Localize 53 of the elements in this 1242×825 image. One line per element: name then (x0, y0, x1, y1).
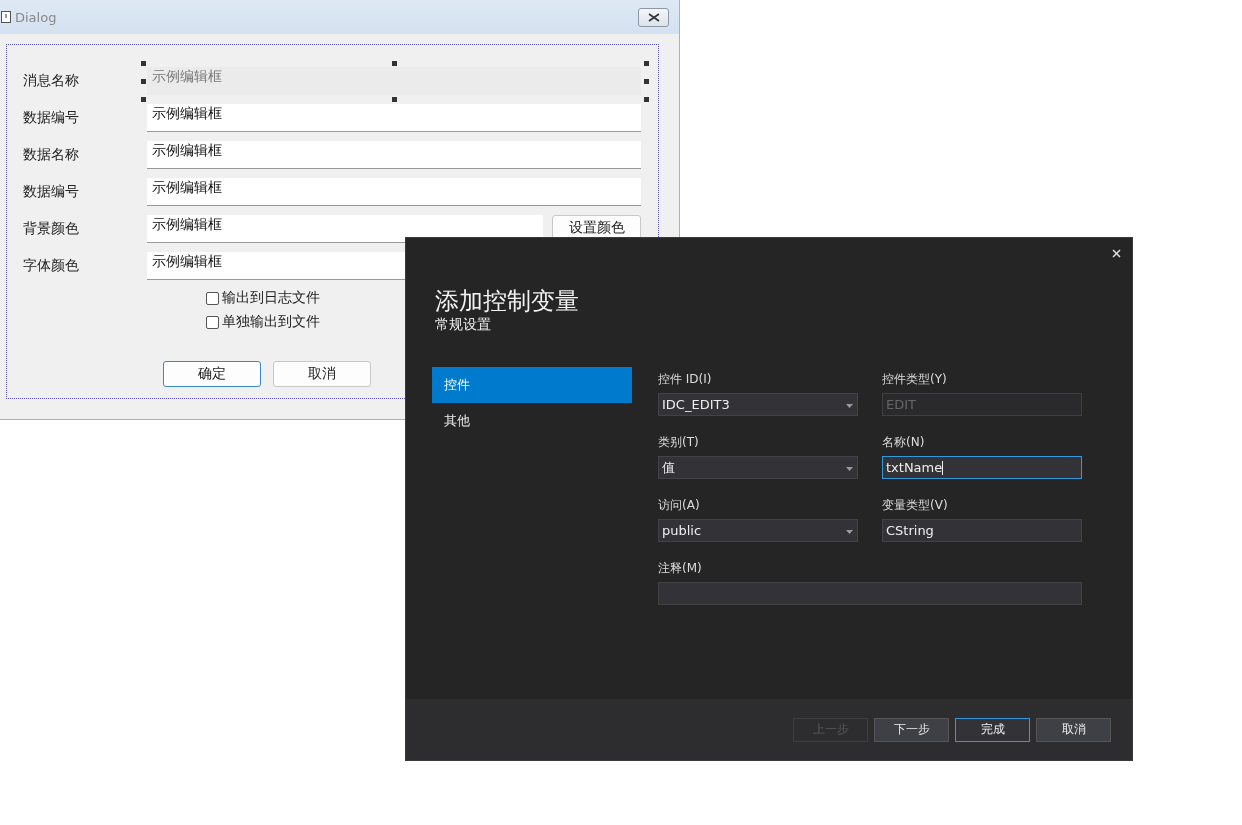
field-label: 控件类型(Y) (882, 371, 948, 388)
dialog-button[interactable]: 取消 (273, 361, 371, 387)
field-label: 名称(N) (882, 434, 926, 451)
dropdown[interactable]: IDC_EDIT3 (658, 393, 858, 416)
resize-handle[interactable] (644, 61, 649, 66)
caret-icon (846, 467, 853, 471)
checkbox-label: 单独输出到文件 (222, 313, 320, 331)
dialog-title: 添加控制变量 (435, 286, 580, 316)
resize-handle[interactable] (141, 61, 146, 66)
field-label: 数据编号 (23, 183, 80, 201)
field-label: 数据名称 (23, 146, 80, 164)
wizard-button[interactable]: 下一步 (874, 717, 949, 742)
checkbox[interactable] (206, 291, 219, 305)
dialog-button[interactable]: 确定 (163, 361, 261, 387)
resize-handle[interactable] (392, 61, 397, 66)
close-icon (647, 12, 660, 22)
wizard-button[interactable]: 完成 (955, 717, 1030, 742)
field-label: 类别(T) (658, 434, 700, 451)
edit-field[interactable]: 示例编辑框 (147, 178, 641, 206)
field-label: 字体颜色 (23, 257, 80, 275)
resize-handle[interactable] (141, 97, 146, 102)
field-label: 变量类型(V) (882, 497, 949, 514)
resize-handle[interactable] (644, 97, 649, 102)
field-label: 消息名称 (23, 72, 80, 90)
close-button[interactable] (638, 7, 669, 27)
caret-icon (846, 530, 853, 534)
field-label: 访问(A) (658, 497, 701, 514)
dialog-subtitle: 常规设置 (435, 316, 492, 334)
field-label: 背景颜色 (23, 220, 80, 238)
window-title: Dialog (15, 9, 57, 25)
input-field[interactable] (658, 582, 1082, 605)
dropdown[interactable]: public (658, 519, 858, 542)
edit-field[interactable]: 示例编辑框 (147, 141, 641, 169)
input-field[interactable]: CString (882, 519, 1082, 542)
checkbox[interactable] (206, 315, 219, 329)
edit-field[interactable]: 示例编辑框 (147, 215, 543, 243)
dialog-icon (1, 11, 11, 23)
dropdown[interactable]: 值 (658, 456, 858, 479)
field-label: 控件 ID(I) (658, 371, 713, 388)
resize-handle[interactable] (644, 79, 649, 84)
caret-icon (846, 404, 853, 408)
edit-field[interactable]: 示例编辑框 (147, 67, 641, 95)
wizard-button[interactable]: 取消 (1036, 717, 1111, 742)
resize-handle[interactable] (141, 79, 146, 84)
edit-field[interactable]: 示例编辑框 (147, 104, 641, 132)
input-field[interactable]: txtName (882, 456, 1082, 479)
resize-handle[interactable] (392, 97, 397, 102)
nav-item[interactable]: 控件 (432, 367, 632, 403)
checkbox-label: 输出到日志文件 (222, 289, 320, 307)
field-label: 数据编号 (23, 109, 80, 127)
close-icon (1112, 249, 1121, 258)
nav-item[interactable]: 其他 (432, 403, 632, 439)
field-label: 注释(M) (658, 560, 703, 577)
